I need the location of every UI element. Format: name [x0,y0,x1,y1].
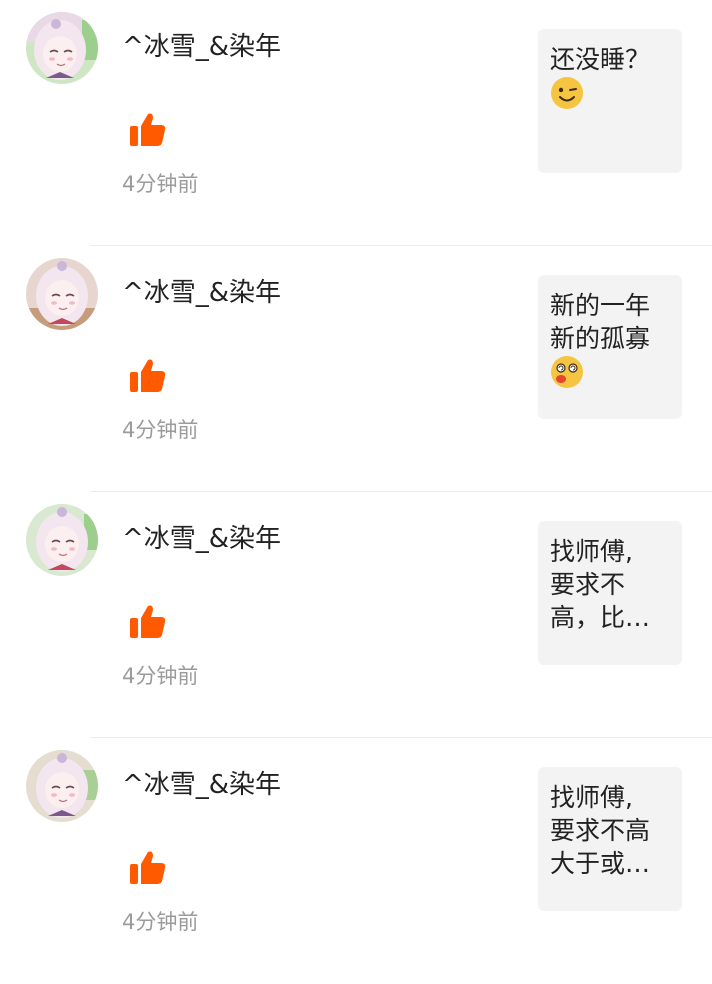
thumbs-up-icon[interactable] [128,356,168,396]
comment-item[interactable]: ^冰雪_&染年 4分钟前 找师傅, 要求不高 大于或… [0,738,712,984]
post-preview-text: 找师傅, 要求不高 大于或… [550,783,651,878]
post-preview[interactable]: 新的一年 新的孤寡 [538,275,682,419]
thumbs-up-icon[interactable] [128,848,168,888]
wink-emoji-icon [551,77,583,109]
username[interactable]: ^冰雪_&染年 [122,30,281,64]
username[interactable]: ^冰雪_&染年 [122,276,281,310]
avatar[interactable] [26,12,98,84]
comment-item[interactable]: ^冰雪_&染年 4分钟前 还没睡？ [0,0,712,246]
timestamp: 4分钟前 [122,172,199,196]
thumbs-up-icon[interactable] [128,110,168,150]
username[interactable]: ^冰雪_&染年 [122,768,281,802]
comment-list: ^冰雪_&染年 4分钟前 还没睡？ ^冰雪_&染年 4分钟前 新的一年 新的孤寡… [0,0,712,953]
avatar[interactable] [26,258,98,330]
post-preview[interactable]: 找师傅, 要求不 高，比… [538,521,682,665]
timestamp: 4分钟前 [122,910,199,934]
thumbs-up-icon[interactable] [128,602,168,642]
avatar[interactable] [26,750,98,822]
comment-item[interactable]: ^冰雪_&染年 4分钟前 新的一年 新的孤寡 [0,246,712,492]
post-preview[interactable]: 找师傅, 要求不高 大于或… [538,767,682,911]
post-preview-text: 还没睡？ [550,45,651,74]
avatar[interactable] [26,504,98,576]
post-preview-text: 找师傅, 要求不 高，比… [550,537,651,632]
post-preview-text: 新的一年 新的孤寡 [550,291,651,353]
comment-item[interactable]: ^冰雪_&染年 4分钟前 找师傅, 要求不 高，比… [0,492,712,738]
timestamp: 4分钟前 [122,418,199,442]
username[interactable]: ^冰雪_&染年 [122,522,281,556]
post-preview[interactable]: 还没睡？ [538,29,682,173]
dizzy-emoji-icon [551,356,583,388]
timestamp: 4分钟前 [122,664,199,688]
